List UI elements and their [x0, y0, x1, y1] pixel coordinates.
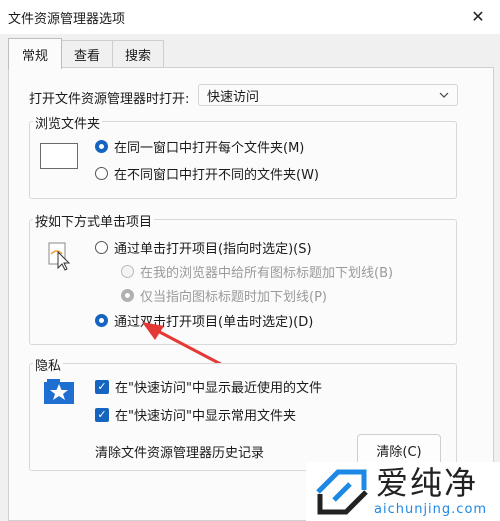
radio-underline-point[interactable]: 仅当指向图标标题时加下划线(P) [121, 286, 327, 305]
radio-underline-point-label: 仅当指向图标标题时加下划线(P) [140, 290, 327, 305]
radio-new-window-label: 在不同窗口中打开不同的文件夹(W) [114, 168, 319, 183]
radio-single-click-dot[interactable] [95, 241, 108, 254]
radio-underline-all-label: 在我的浏览器中给所有图标标题加下划线(B) [140, 266, 394, 281]
radio-underline-all[interactable]: 在我的浏览器中给所有图标标题加下划线(B) [121, 262, 393, 281]
radio-double-click-dot[interactable] [95, 314, 108, 327]
open-explorer-value: 快速访问 [207, 89, 260, 105]
click-items-title: 按如下方式单击项目 [33, 211, 155, 230]
checkbox-show-frequent-label: 在"快速访问"中显示常用文件夹 [115, 409, 296, 424]
window-title: 文件资源管理器选项 [8, 12, 126, 27]
tab-search[interactable]: 搜索 [112, 40, 164, 67]
checkbox-show-recent-box[interactable]: ✓ [95, 379, 109, 394]
radio-same-window-dot[interactable] [95, 140, 108, 153]
watermark-brand: 爱纯净 [376, 464, 479, 502]
radio-underline-all-dot[interactable] [121, 265, 134, 278]
clear-history-label: 清除文件资源管理器历史记录 [95, 446, 265, 461]
chevron-down-icon [439, 92, 449, 98]
watermark-url: aichunjing.com [374, 502, 488, 517]
privacy-title: 隐私 [33, 355, 64, 374]
quick-access-icon [44, 379, 74, 404]
tab-general[interactable]: 常规 [8, 38, 62, 69]
radio-same-window-label: 在同一窗口中打开每个文件夹(M) [114, 141, 305, 156]
checkbox-show-recent-label: 在"快速访问"中显示最近使用的文件 [115, 381, 322, 396]
browse-folders-group [29, 121, 457, 199]
window-icon [40, 143, 78, 169]
radio-new-window-dot[interactable] [95, 167, 108, 180]
checkbox-show-frequent-box[interactable]: ✓ [95, 407, 109, 422]
open-explorer-label: 打开文件资源管理器时打开: [29, 92, 190, 107]
radio-new-window[interactable]: 在不同窗口中打开不同的文件夹(W) [95, 164, 319, 183]
radio-underline-point-dot[interactable] [121, 289, 134, 302]
click-cursor-icon [48, 242, 71, 271]
radio-same-window[interactable]: 在同一窗口中打开每个文件夹(M) [95, 137, 304, 156]
checkbox-show-frequent[interactable]: ✓ 在"快速访问"中显示常用文件夹 [95, 405, 296, 424]
watermark-logo-icon [316, 469, 368, 515]
open-explorer-select[interactable]: 快速访问 [198, 84, 458, 106]
close-icon: ✕ [471, 6, 485, 26]
radio-single-click[interactable]: 通过单击打开项目(指向时选定)(S) [95, 238, 312, 257]
watermark: 爱纯净 aichunjing.com [306, 462, 500, 521]
browse-folders-title: 浏览文件夹 [33, 113, 103, 132]
close-button[interactable]: ✕ [464, 4, 492, 28]
tab-view[interactable]: 查看 [61, 40, 113, 67]
radio-single-click-label: 通过单击打开项目(指向时选定)(S) [114, 242, 312, 257]
checkbox-show-recent[interactable]: ✓ 在"快速访问"中显示最近使用的文件 [95, 377, 322, 396]
